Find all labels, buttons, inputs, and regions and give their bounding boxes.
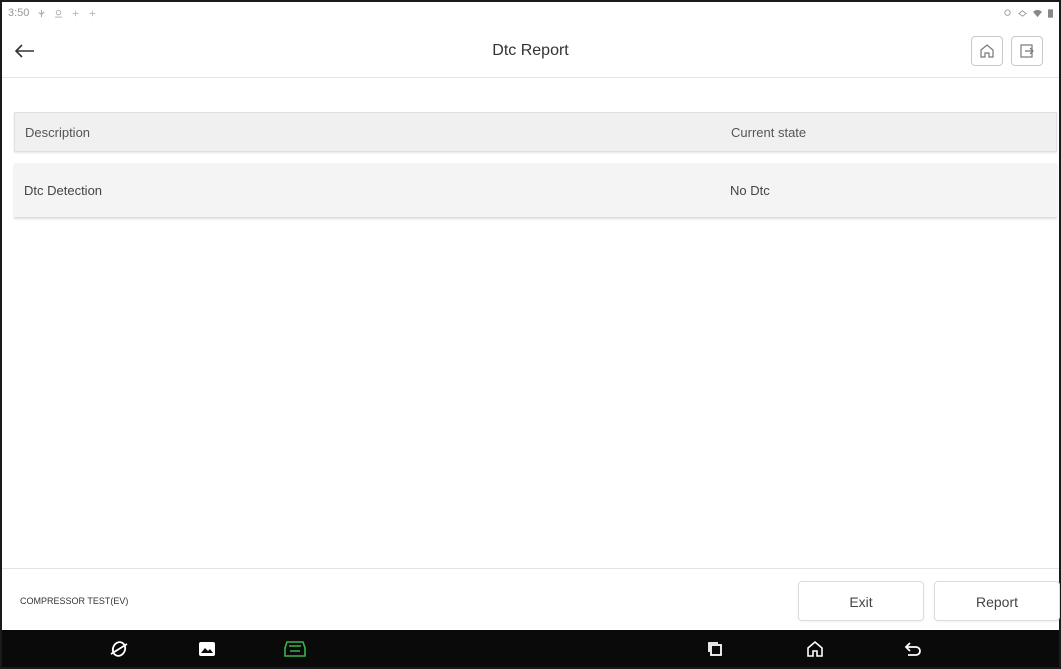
system-nav-bar <box>2 630 1059 667</box>
back-icon[interactable] <box>900 636 926 662</box>
function-name: COMPRESSOR TEST(EV) <box>20 596 129 606</box>
exit-icon <box>1020 44 1034 58</box>
page-title: Dtc Report <box>492 42 569 59</box>
location-icon <box>55 9 63 18</box>
gallery-icon[interactable] <box>194 636 220 662</box>
report-button[interactable]: Report <box>934 581 1060 621</box>
exit-button[interactable]: Exit <box>798 581 924 621</box>
column-header-current-state: Current state <box>731 124 807 140</box>
usb-icon <box>38 9 46 17</box>
action-bar: COMPRESSOR TEST(EV) Exit Report <box>2 568 1060 632</box>
column-header-description: Description <box>25 124 91 140</box>
row-current-state: No Dtc <box>730 182 770 198</box>
table-header: Description Current state <box>14 112 1057 152</box>
recents-icon[interactable] <box>702 636 728 662</box>
table-row[interactable]: Dtc Detection No Dtc <box>14 163 1057 217</box>
home-icon[interactable] <box>802 636 828 662</box>
battery-icon <box>1048 8 1053 18</box>
location-icon <box>1004 8 1011 16</box>
vci-icon[interactable] <box>282 636 308 662</box>
row-description: Dtc Detection <box>24 182 103 198</box>
notification-icon <box>73 10 79 16</box>
status-bar: 3:50 <box>2 2 1059 24</box>
browser-icon[interactable] <box>106 636 132 662</box>
notification-icon <box>90 10 96 16</box>
wifi-icon <box>1033 9 1042 17</box>
home-button[interactable] <box>971 36 1003 66</box>
status-time: 3:50 <box>8 7 30 19</box>
app-header: Dtc Report <box>2 24 1059 78</box>
data-icon <box>1018 9 1027 17</box>
dtc-report-table: Description Current state Dtc Detection … <box>14 112 1057 217</box>
exit-app-button[interactable] <box>1011 36 1043 66</box>
app-window: 3:50 Dtc Report Description Current stat… <box>0 0 1061 669</box>
home-icon <box>980 44 994 58</box>
